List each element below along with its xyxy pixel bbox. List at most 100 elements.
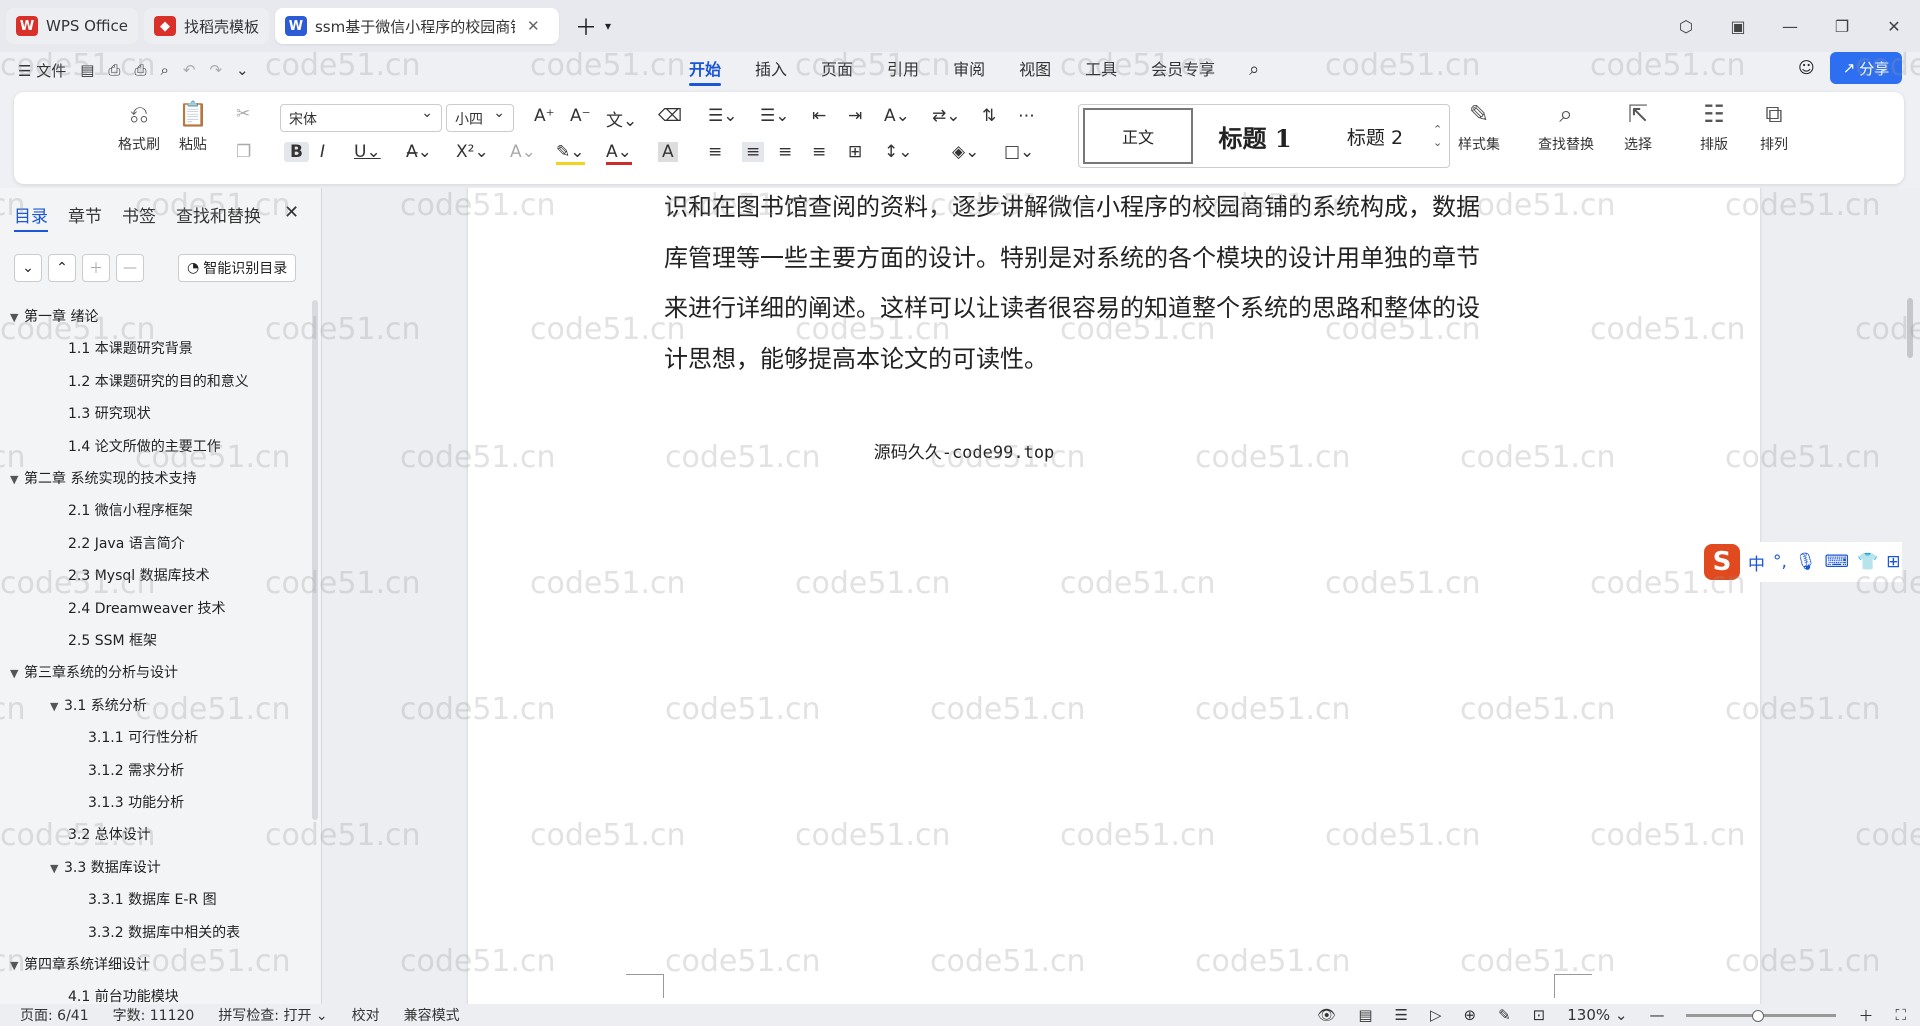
cut-icon[interactable]: ✂ — [236, 104, 250, 124]
tab-wps-office[interactable]: W WPS Office — [6, 8, 138, 44]
share-button[interactable]: ↗ 分享 — [1830, 52, 1902, 84]
shading-icon[interactable]: ◈⌄ — [952, 142, 979, 162]
expand-arrow-icon[interactable]: ▼ — [50, 862, 64, 875]
tab-tools[interactable]: 工具 — [1068, 52, 1134, 88]
ime-mode-label[interactable]: 中 — [1748, 550, 1765, 575]
scrollbar-thumb[interactable] — [1907, 298, 1913, 358]
page-view-icon[interactable]: ▤ — [1358, 1006, 1372, 1024]
toc-item[interactable]: 1.4 论文所做的主要工作 — [68, 436, 221, 456]
tab-document[interactable]: W ssm基于微信小程序的校园商铺 ✕ — [274, 8, 559, 44]
eye-icon[interactable]: 👁 — [1317, 1006, 1336, 1024]
search-icon[interactable]: ⌕ — [1232, 52, 1276, 88]
shrink-font-icon[interactable]: A⁻ — [570, 106, 591, 126]
avatar[interactable]: ▣ — [1712, 17, 1764, 36]
toc-item[interactable]: ▼ 第一章 绪论 — [10, 306, 98, 326]
tab-close-icon[interactable]: ✕ — [527, 17, 540, 35]
keyboard-icon[interactable]: ⌨ — [1825, 552, 1850, 572]
toc-item[interactable]: 2.2 Java 语言简介 — [68, 533, 185, 553]
toc-item[interactable]: 2.5 SSM 框架 — [68, 630, 157, 650]
phonetic-icon[interactable]: 文⌄ — [606, 106, 637, 131]
expand-arrow-icon[interactable]: ▼ — [10, 667, 24, 680]
punctuation-icon[interactable]: °, — [1773, 552, 1787, 572]
close-icon[interactable]: ✕ — [284, 202, 299, 223]
expand-arrow-icon[interactable]: ▼ — [10, 959, 24, 972]
page-indicator[interactable]: 页面: 6/41 — [20, 1005, 89, 1025]
bold-icon[interactable]: B — [284, 142, 309, 162]
zoom-slider[interactable] — [1686, 1009, 1837, 1022]
grow-font-icon[interactable]: A⁺ — [534, 106, 555, 126]
distribute-icon[interactable]: ⊞ — [848, 142, 862, 162]
align-left-icon[interactable]: ≡ — [708, 142, 722, 162]
format-painter-button[interactable]: ⎌ 格式刷 — [118, 100, 160, 154]
text-effect-icon[interactable]: A⌄ — [510, 142, 536, 162]
nav-scrollbar[interactable] — [312, 300, 318, 820]
text-direction-icon[interactable]: A⌄ — [884, 106, 910, 126]
layout-button[interactable]: ☷ 排版 — [1700, 100, 1728, 154]
underline-icon[interactable]: U⌄ — [354, 142, 381, 162]
clear-format-icon[interactable]: ⌫ — [658, 106, 682, 126]
cube-icon[interactable]: ⬡ — [1660, 17, 1712, 36]
print-icon[interactable]: ⎙ — [134, 61, 146, 79]
expand-down-icon[interactable]: ⌄ — [14, 254, 42, 282]
bullet-list-icon[interactable]: ☰⌄ — [708, 106, 737, 126]
toc-item[interactable]: 1.2 本课题研究的目的和意义 — [68, 371, 249, 391]
align-right-icon[interactable]: ≡ — [778, 142, 792, 162]
sort-icon[interactable]: ⇅ — [982, 106, 996, 126]
tab-view[interactable]: 视图 — [1002, 52, 1068, 88]
remove-level-icon[interactable]: — — [116, 254, 144, 282]
sogou-logo-icon[interactable]: S — [1704, 544, 1740, 580]
toc-item[interactable]: 1.1 本课题研究背景 — [68, 338, 193, 358]
collapse-up-icon[interactable]: ⌃ — [48, 254, 76, 282]
border-icon[interactable]: □⌄ — [1004, 142, 1034, 162]
toc-item[interactable]: 4.1 前台功能模块 — [68, 986, 179, 1004]
tab-review[interactable]: 审阅 — [936, 52, 1002, 88]
fullscreen-icon[interactable]: ⛶ — [1895, 1006, 1906, 1024]
toc-item[interactable]: 3.2 总体设计 — [68, 824, 151, 844]
more-chevron-icon[interactable]: ⌄ — [236, 61, 249, 79]
toc-item[interactable]: 3.1.1 可行性分析 — [88, 727, 198, 747]
tab-home[interactable]: 开始 — [672, 52, 738, 88]
word-count[interactable]: 字数: 11120 — [113, 1005, 195, 1025]
toc-item[interactable]: 2.3 Mysql 数据库技术 — [68, 565, 210, 585]
chat-icon[interactable]: ☺ — [1798, 58, 1815, 77]
expand-arrow-icon[interactable]: ▼ — [50, 700, 64, 713]
tab-page[interactable]: 页面 — [804, 52, 870, 88]
char-shading-icon[interactable]: A — [658, 142, 678, 162]
line-spacing-icon[interactable]: ↕⌄ — [884, 142, 913, 162]
toc-item[interactable]: ▼ 第四章系统详细设计 — [10, 954, 150, 974]
font-family-select[interactable]: 宋体 — [280, 104, 442, 132]
toc-item[interactable]: 3.1.2 需求分析 — [88, 760, 184, 780]
italic-icon[interactable]: I — [320, 142, 325, 162]
expand-arrow-icon[interactable]: ▼ — [10, 311, 24, 324]
nav-tab-find[interactable]: 查找和替换 — [176, 202, 261, 232]
toc-item[interactable]: 2.4 Dreamweaver 技术 — [68, 598, 226, 618]
tab-docer-template[interactable]: ◆ 找稻壳模板 — [143, 8, 269, 44]
style-normal[interactable]: 正文 — [1083, 108, 1193, 164]
fit-icon[interactable]: ⊡ — [1533, 1006, 1546, 1024]
font-size-select[interactable]: 小四 — [446, 104, 514, 132]
tab-insert[interactable]: 插入 — [738, 52, 804, 88]
pen-icon[interactable]: ✎ — [1498, 1006, 1511, 1024]
outline-view-icon[interactable]: ☰ — [1395, 1006, 1408, 1024]
justify-icon[interactable]: ≡ — [812, 142, 826, 162]
nav-tab-toc[interactable]: 目录 — [14, 202, 48, 232]
zoom-level[interactable]: 130% ⌄ — [1567, 1006, 1627, 1024]
undo-icon[interactable]: ↶ — [183, 61, 196, 79]
minimize-icon[interactable]: — — [1764, 17, 1816, 36]
font-color-icon[interactable]: A⌄ — [606, 142, 632, 165]
superscript-icon[interactable]: X²⌄ — [456, 142, 489, 162]
save-icon[interactable]: ▤ — [80, 61, 94, 79]
toolbox-icon[interactable]: ⊞ — [1886, 552, 1900, 572]
show-marks-icon[interactable]: ⋯ — [1018, 106, 1035, 126]
expand-arrow-icon[interactable]: ▼ — [10, 473, 24, 486]
smart-toc-button[interactable]: ◔ 智能识别目录 — [178, 254, 297, 282]
toc-item[interactable]: 3.1.3 功能分析 — [88, 792, 184, 812]
copy-icon[interactable]: ❐ — [236, 142, 251, 162]
increase-indent-icon[interactable]: ⇥ — [848, 106, 862, 126]
toc-item[interactable]: 3.3.2 数据库中相关的表 — [88, 922, 240, 942]
highlight-icon[interactable]: ✎⌄ — [556, 142, 585, 165]
tab-reference[interactable]: 引用 — [870, 52, 936, 88]
numbered-list-icon[interactable]: ☰⌄ — [760, 106, 789, 126]
toc-item[interactable]: ▼ 第二章 系统实现的技术支持 — [10, 468, 196, 488]
nav-tab-chapter[interactable]: 章节 — [68, 202, 102, 232]
